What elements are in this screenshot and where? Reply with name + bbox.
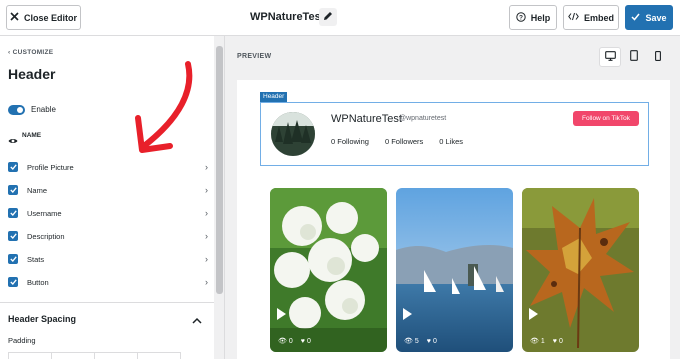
checkmark-icon xyxy=(631,13,641,23)
mobile-icon xyxy=(655,48,661,66)
option-button[interactable]: Button › xyxy=(8,275,208,289)
save-label: Save xyxy=(645,12,667,23)
chevron-right-icon: › xyxy=(205,254,208,264)
divider xyxy=(0,302,214,303)
help-button[interactable]: ? Help xyxy=(509,5,557,30)
video-thumbnail xyxy=(522,188,639,352)
tablet-view-button[interactable] xyxy=(623,47,645,67)
enable-label: Enable xyxy=(31,105,56,114)
views-count: 1 xyxy=(540,337,545,345)
breadcrumb[interactable]: ‹ CUSTOMIZE xyxy=(8,49,53,56)
close-editor-label: Close Editor xyxy=(23,12,77,23)
option-label: Stats xyxy=(27,254,45,264)
play-icon xyxy=(529,308,538,320)
header-section-tag: Header xyxy=(260,92,288,102)
option-name[interactable]: Name › xyxy=(8,183,208,197)
option-username[interactable]: Username › xyxy=(8,206,208,220)
tablet-icon xyxy=(630,48,638,66)
option-stats[interactable]: Stats › xyxy=(8,252,208,266)
section-heading: Header xyxy=(8,66,56,82)
views-icon: 👁 xyxy=(404,338,413,345)
checkbox[interactable] xyxy=(8,162,18,172)
chevron-right-icon: › xyxy=(205,231,208,241)
code-icon xyxy=(568,12,579,23)
video-stats: 👁 1 ♥ 0 xyxy=(530,337,563,346)
following-count: 0 Following xyxy=(331,137,369,146)
play-icon xyxy=(277,308,286,320)
header-spacing-label: Header Spacing xyxy=(8,314,77,324)
breadcrumb-label: CUSTOMIZE xyxy=(12,49,54,56)
heart-icon: ♥ xyxy=(552,337,557,345)
checkbox[interactable] xyxy=(8,185,18,195)
padding-label: Padding xyxy=(8,336,36,345)
padding-bottom-input[interactable] xyxy=(94,352,138,359)
video-card[interactable]: 👁 5 ♥ 0 xyxy=(396,188,513,352)
chevron-left-icon: ‹ xyxy=(8,49,11,56)
heart-icon: ♥ xyxy=(426,337,431,345)
enable-toggle[interactable] xyxy=(8,105,25,115)
checkbox[interactable] xyxy=(8,208,18,218)
chevron-right-icon: › xyxy=(205,277,208,287)
chevron-right-icon: › xyxy=(205,185,208,195)
likes-count: 0 xyxy=(558,337,563,345)
heart-icon: ♥ xyxy=(300,337,305,345)
top-bar: Close Editor WPNatureTest ? Help Embed S… xyxy=(0,0,680,36)
chevron-right-icon: › xyxy=(205,162,208,172)
edit-title-button[interactable] xyxy=(319,8,337,26)
desktop-view-button[interactable] xyxy=(599,47,621,67)
preview-label: PREVIEW xyxy=(237,53,272,60)
close-editor-button[interactable]: Close Editor xyxy=(6,5,81,30)
chevron-up-icon[interactable] xyxy=(192,312,202,330)
option-profile-picture[interactable]: Profile Picture › xyxy=(8,160,208,174)
chevron-right-icon: › xyxy=(205,208,208,218)
views-count: 0 xyxy=(288,337,293,345)
views-count: 5 xyxy=(414,337,419,345)
video-thumbnail xyxy=(396,188,513,352)
option-label: Description xyxy=(27,231,65,241)
eye-icon xyxy=(8,132,18,150)
likes-count: 0 xyxy=(432,337,437,345)
account-handle: @wpnaturetest xyxy=(399,115,447,122)
padding-right-input[interactable] xyxy=(51,352,95,359)
checkbox[interactable] xyxy=(8,231,18,241)
video-card[interactable]: 👁 0 ♥ 0 xyxy=(270,188,387,352)
mobile-view-button[interactable] xyxy=(647,47,669,67)
views-icon: 👁 xyxy=(278,338,287,345)
checkbox[interactable] xyxy=(8,254,18,264)
feed-title: WPNatureTest xyxy=(250,11,325,23)
embed-button[interactable]: Embed xyxy=(563,5,619,30)
pencil-icon xyxy=(323,8,333,26)
account-stats: 0 Following 0 Followers 0 Likes xyxy=(331,137,463,146)
video-card[interactable]: 👁 1 ♥ 0 xyxy=(522,188,639,352)
option-label: Username xyxy=(27,208,62,218)
option-label: Name xyxy=(27,185,48,195)
views-icon: 👁 xyxy=(530,338,539,345)
padding-left-input[interactable] xyxy=(137,352,181,359)
desktop-icon xyxy=(604,48,616,66)
svg-text:?: ? xyxy=(519,14,523,21)
help-label: Help xyxy=(530,12,551,23)
checkbox[interactable] xyxy=(8,277,18,287)
likes-count: 0 xyxy=(306,337,311,345)
option-description[interactable]: Description › xyxy=(8,229,208,243)
follow-on-tiktok-button[interactable]: Follow on TikTok xyxy=(573,111,639,126)
video-stats: 👁 0 ♥ 0 xyxy=(278,337,311,346)
name-section-label: NAME xyxy=(22,132,42,139)
sidebar-scrollbar-thumb[interactable] xyxy=(216,46,223,294)
annotation-arrow xyxy=(135,61,193,153)
account-name: WPNatureTest xyxy=(331,113,402,125)
option-label: Profile Picture xyxy=(27,162,74,172)
play-icon xyxy=(403,308,412,320)
followers-count: 0 Followers xyxy=(384,137,424,146)
profile-avatar xyxy=(271,112,315,156)
option-label: Button xyxy=(27,277,49,287)
likes-count: 0 Likes xyxy=(439,137,464,146)
close-icon xyxy=(10,12,19,23)
video-thumbnail xyxy=(270,188,387,352)
embed-label: Embed xyxy=(583,12,614,23)
video-stats: 👁 5 ♥ 0 xyxy=(404,337,437,346)
save-button[interactable]: Save xyxy=(625,5,673,30)
help-icon: ? xyxy=(516,11,526,24)
padding-top-input[interactable] xyxy=(8,352,52,359)
